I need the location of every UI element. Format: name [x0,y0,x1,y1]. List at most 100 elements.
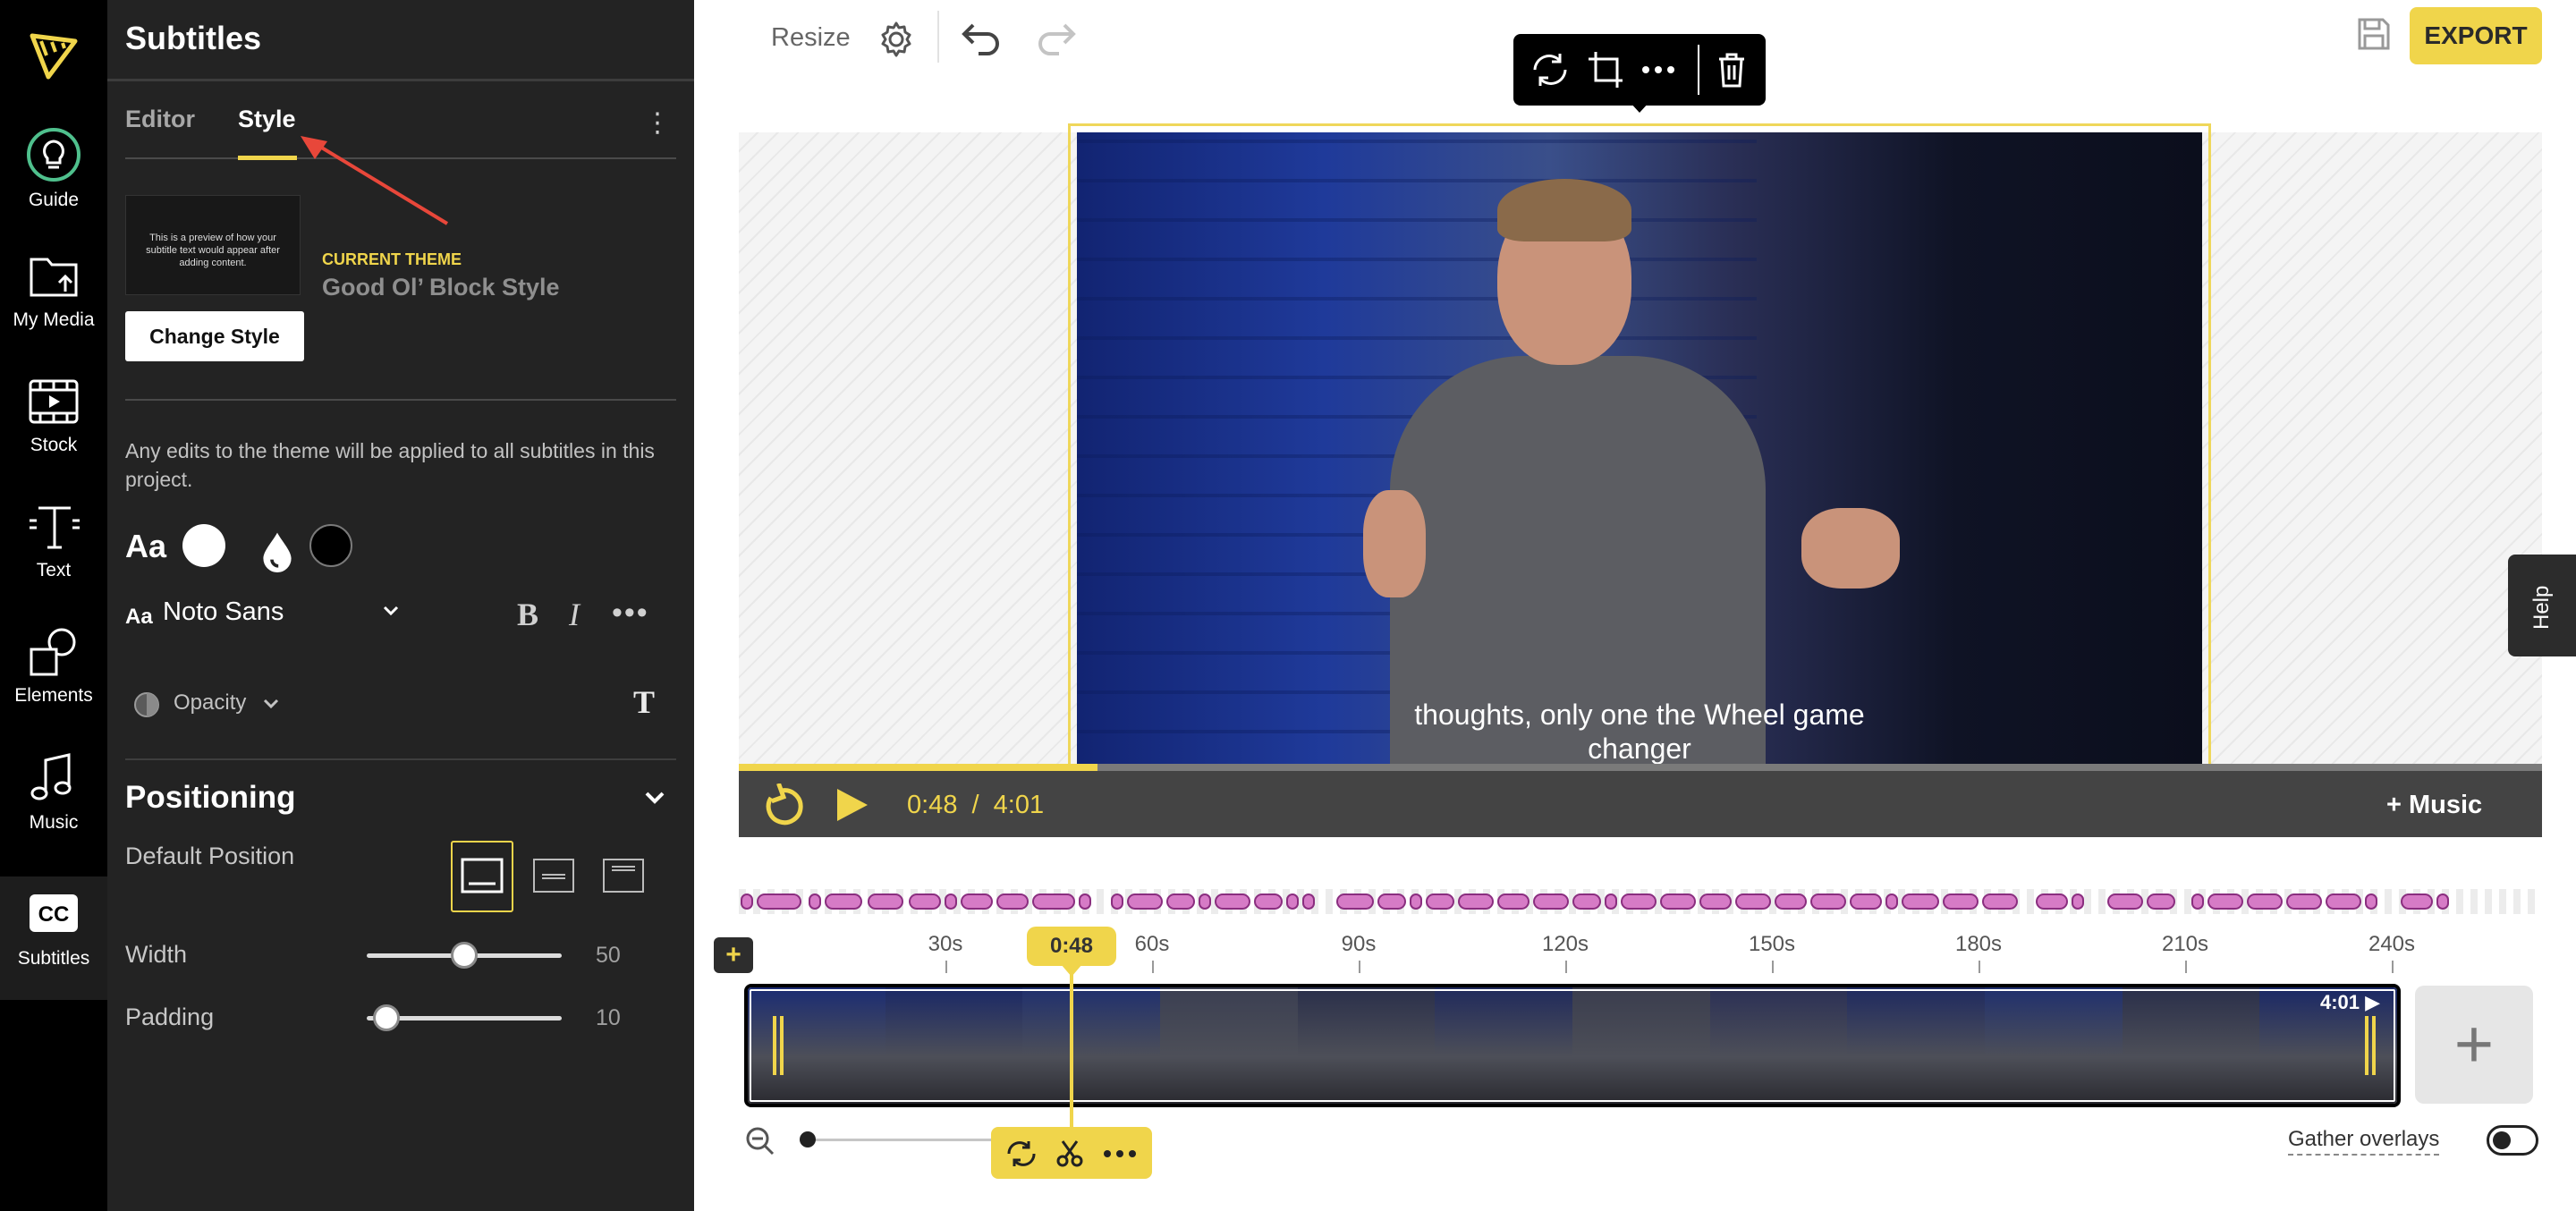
subtitle-segment[interactable] [1111,893,1123,910]
playhead-line[interactable] [1070,973,1073,1138]
subtitle-segment[interactable] [2365,893,2377,910]
video-clip[interactable] [744,984,2401,1107]
chevron-down-icon[interactable] [642,785,667,810]
position-bottom-button[interactable] [451,841,513,912]
subtitle-segment[interactable] [945,893,957,910]
subtitle-segment[interactable] [1497,893,1530,910]
padding-slider-thumb[interactable] [372,1004,400,1031]
subtitle-segment[interactable] [1199,893,1211,910]
replay-icon[interactable] [762,783,805,826]
subtitle-segment[interactable] [2247,893,2283,910]
subtitle-segment[interactable] [1943,893,1979,910]
subtitle-segment[interactable] [1254,893,1283,910]
subtitle-segment[interactable] [2286,893,2322,910]
add-layer-button[interactable]: + [714,937,753,973]
subtitle-segment[interactable] [2036,893,2068,910]
gather-overlays-toggle[interactable] [2487,1125,2538,1156]
scissors-icon[interactable] [1055,1139,1084,1168]
subtitle-segment[interactable] [1775,893,1807,910]
zoom-slider-track[interactable] [807,1139,1009,1141]
subtitle-segment[interactable] [2072,893,2084,910]
subtitle-segment[interactable] [825,893,862,910]
subtitle-segment[interactable] [1621,893,1657,910]
change-style-button[interactable]: Change Style [125,311,304,361]
crop-icon[interactable] [1587,50,1624,89]
nav-music[interactable]: Music [0,749,107,864]
subtitle-segment[interactable] [2436,893,2449,910]
replace-icon[interactable] [1005,1139,1038,1168]
subtitle-segment[interactable] [909,893,941,910]
export-button[interactable]: EXPORT [2410,7,2542,64]
subtitle-segment[interactable] [1215,893,1250,910]
subtitle-segment[interactable] [1079,893,1091,910]
chevron-down-icon[interactable] [381,601,401,621]
background-color-swatch[interactable] [309,524,352,567]
tab-style[interactable]: Style [238,106,296,133]
subtitle-segment[interactable] [1127,893,1163,910]
subtitle-segment[interactable] [809,893,821,910]
subtitle-segment[interactable] [1850,893,1882,910]
gear-icon[interactable] [877,20,916,59]
subtitle-segment[interactable] [868,893,903,910]
subtitle-segment[interactable] [1426,893,1454,910]
app-logo-icon[interactable] [27,29,80,82]
subtitle-segment[interactable] [2107,893,2143,910]
subtitle-segment[interactable] [2147,893,2175,910]
playhead-time-badge[interactable]: 0:48 [1027,927,1116,966]
tab-editor[interactable]: Editor [125,106,195,133]
nav-text[interactable]: Text [0,501,107,615]
nav-my-media[interactable]: My Media [0,250,107,365]
undo-icon[interactable] [961,20,1002,55]
opacity-dropdown[interactable]: Opacity [174,690,246,716]
zoom-out-icon[interactable] [744,1125,776,1157]
trash-icon[interactable] [1714,50,1750,89]
panel-more-menu-icon[interactable]: ⋮ [644,107,671,140]
chevron-down-icon[interactable] [261,694,281,714]
subtitle-segment[interactable] [1572,893,1601,910]
subtitle-segment[interactable] [1699,893,1732,910]
subtitle-segment[interactable] [1458,893,1494,910]
nav-subtitles[interactable]: CC Subtitles [0,876,107,1000]
help-tab[interactable]: Help [2508,555,2576,656]
playback-progress-track[interactable] [739,764,2542,771]
subtitle-segment[interactable] [2326,893,2361,910]
width-slider-thumb[interactable] [451,942,478,969]
nav-guide[interactable]: Guide [0,127,107,241]
subtitle-segment[interactable] [1660,893,1696,910]
add-clip-button[interactable]: + [2415,986,2533,1104]
more-text-options-button[interactable]: ••• [612,596,649,631]
subtitle-segment[interactable] [1902,893,1939,910]
position-top-button[interactable] [592,841,655,912]
replace-icon[interactable] [1530,50,1571,89]
more-options-icon[interactable] [1639,50,1678,89]
subtitle-segment[interactable] [996,893,1029,910]
subtitle-segment[interactable] [1336,893,1374,910]
subtitle-segment[interactable] [1605,893,1617,910]
clip-trim-handle-left[interactable] [773,1016,776,1075]
clip-trim-handle-right[interactable] [2365,1016,2368,1075]
subtitle-segment[interactable] [2207,893,2243,910]
save-icon[interactable] [2356,16,2392,52]
subtitle-segment[interactable] [1166,893,1195,910]
subtitle-track[interactable] [739,889,2542,914]
subtitle-segment[interactable] [961,893,993,910]
play-icon[interactable] [832,785,871,825]
subtitle-segment[interactable] [1982,893,2018,910]
subtitle-segment[interactable] [2191,893,2204,910]
more-options-icon[interactable] [1102,1139,1138,1168]
subtitle-segment[interactable] [741,893,753,910]
subtitle-segment[interactable] [1810,893,1846,910]
resize-button[interactable]: Resize [771,23,851,53]
subtitle-segment[interactable] [1735,893,1771,910]
bold-button[interactable]: B [517,596,538,633]
subtitle-segment[interactable] [1533,893,1569,910]
subtitle-segment[interactable] [1286,893,1299,910]
gather-overlays-label[interactable]: Gather overlays [2288,1127,2440,1156]
subtitle-segment[interactable] [1410,893,1422,910]
subtitle-overlay[interactable]: thoughts, only one the Wheel game change… [1077,698,2202,766]
subtitle-segment[interactable] [1032,893,1075,910]
nav-stock[interactable]: Stock [0,376,107,490]
text-style-button[interactable]: T [633,683,655,721]
subtitle-segment[interactable] [757,893,801,910]
subtitle-segment[interactable] [2401,893,2433,910]
